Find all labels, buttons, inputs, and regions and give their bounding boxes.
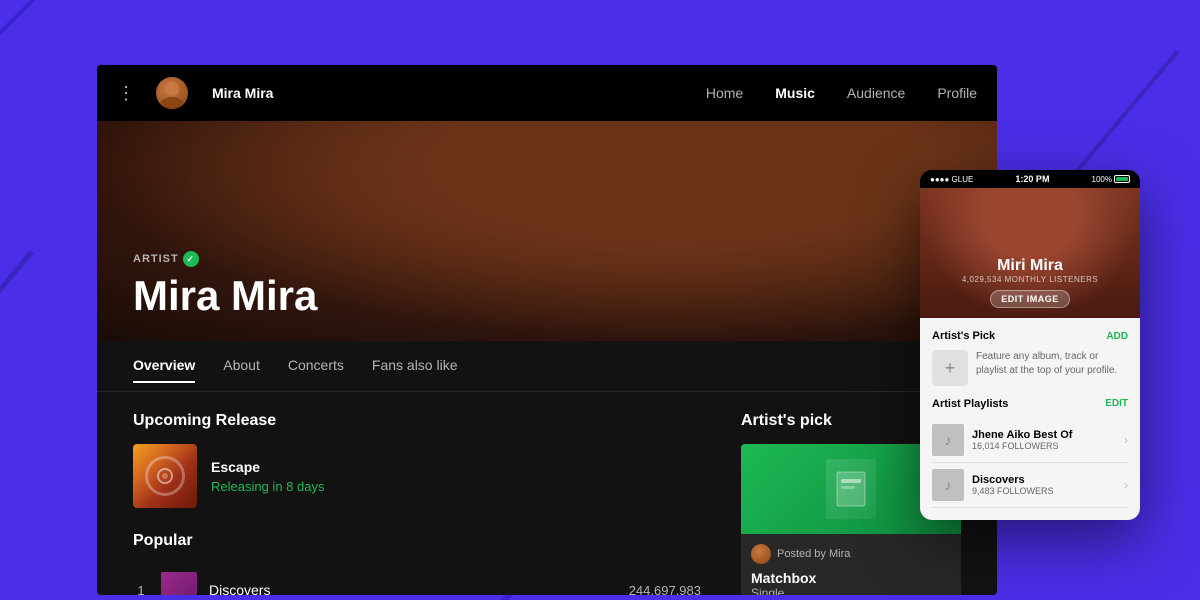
album-info: Escape Releasing in 8 days [211, 459, 324, 494]
popular-title: Popular [133, 532, 701, 550]
album-release-info: Releasing in 8 days [211, 479, 324, 494]
list-item[interactable]: ♪ Jhene Aiko Best Of 16,014 FOLLOWERS › [932, 418, 1128, 463]
playlist-thumbnail: ♪ [932, 469, 964, 501]
battery-icon [1114, 175, 1130, 183]
playlist-followers: 16,014 FOLLOWERS [972, 441, 1116, 451]
hero-section: ARTIST ✓ Mira Mira [97, 121, 997, 341]
playlist-name: Discovers [972, 474, 1116, 486]
pick-avatar [751, 544, 771, 564]
mobile-playlists-header: Artist Playlists EDIT [932, 398, 1128, 410]
mobile-add-pick-icon[interactable]: + [932, 350, 968, 386]
pick-posted-by: Posted by Mira [751, 544, 951, 564]
nav-home[interactable]: Home [706, 85, 743, 101]
mobile-playlists: Artist Playlists EDIT ♪ Jhene Aiko Best … [932, 398, 1128, 508]
nav-profile[interactable]: Profile [937, 85, 977, 101]
battery-indicator: 100% [1092, 175, 1130, 184]
signal-indicator: ●●●● GLUE [930, 175, 973, 184]
top-nav: ⋮ Mira Mira Home Music Audience Profile [97, 65, 997, 121]
mobile-pick-row: + Feature any album, track or playlist a… [932, 350, 1128, 386]
track-plays: 244,697,983 [629, 583, 701, 596]
mobile-panel: ●●●● GLUE 1:20 PM 100% Miri Mira 4,029,5… [920, 170, 1140, 520]
pick-song-type: Single [751, 586, 951, 595]
sub-nav-fans[interactable]: Fans also like [372, 357, 458, 383]
verified-badge: ✓ [183, 251, 199, 267]
mobile-time: 1:20 PM [1015, 174, 1049, 184]
playlist-thumbnail: ♪ [932, 424, 964, 456]
track-number: 1 [133, 583, 149, 596]
sub-nav-about[interactable]: About [223, 357, 260, 383]
mobile-edit-image-button[interactable]: EDIT IMAGE [990, 290, 1070, 308]
mobile-listeners: 4,029,534 MONTHLY LISTENERS [930, 275, 1130, 284]
mobile-status-bar: ●●●● GLUE 1:20 PM 100% [920, 170, 1140, 188]
track-thumbnail [161, 572, 197, 595]
playlist-name: Jhene Aiko Best Of [972, 429, 1116, 441]
track-name: Discovers [209, 582, 617, 595]
mobile-artist-info: Miri Mira 4,029,534 MONTHLY LISTENERS ED… [930, 257, 1130, 308]
playlist-info: Jhene Aiko Best Of 16,014 FOLLOWERS [972, 429, 1116, 451]
sub-nav: Overview About Concerts Fans also like [97, 341, 997, 392]
mobile-hero: Miri Mira 4,029,534 MONTHLY LISTENERS ED… [920, 188, 1140, 318]
mobile-add-button[interactable]: ADD [1106, 331, 1128, 342]
main-content: Upcoming Release Escape Releasing [97, 392, 997, 595]
mobile-artist-name: Miri Mira [930, 257, 1130, 275]
mobile-content: Artist's Pick ADD + Feature any album, t… [920, 318, 1140, 520]
nav-artist-name: Mira Mira [212, 85, 273, 101]
pick-info: Posted by Mira Matchbox Single EXPIRES I… [741, 534, 961, 595]
menu-dots-icon[interactable]: ⋮ [117, 83, 136, 104]
playlist-info: Discovers 9,483 FOLLOWERS [972, 474, 1116, 496]
artist-avatar [156, 77, 188, 109]
mobile-artists-pick-section: Artist's Pick ADD [932, 330, 1128, 342]
hero-artist-name: Mira Mira [133, 275, 317, 317]
pick-song-name: Matchbox [751, 570, 951, 586]
album-title: Escape [211, 459, 324, 475]
chevron-right-icon: › [1124, 478, 1128, 492]
sub-nav-concerts[interactable]: Concerts [288, 357, 344, 383]
left-column: Upcoming Release Escape Releasing [133, 412, 701, 595]
album-thumbnail [133, 444, 197, 508]
popular-section: Popular 1 Discovers 244,697,983 2 Essent… [133, 532, 701, 595]
nav-links: Home Music Audience Profile [706, 85, 977, 101]
artist-label: ARTIST ✓ [133, 251, 317, 267]
upcoming-release-title: Upcoming Release [133, 412, 701, 430]
mobile-playlists-title: Artist Playlists [932, 398, 1008, 410]
mobile-edit-playlists-button[interactable]: EDIT [1105, 398, 1128, 410]
mobile-pick-text: Feature any album, track or playlist at … [976, 350, 1128, 378]
chevron-right-icon: › [1124, 433, 1128, 447]
app-window: ⋮ Mira Mira Home Music Audience Profile … [97, 65, 997, 595]
nav-music[interactable]: Music [775, 85, 815, 101]
mobile-artists-pick-title: Artist's Pick [932, 330, 995, 342]
sub-nav-overview[interactable]: Overview [133, 357, 195, 383]
upcoming-release: Escape Releasing in 8 days [133, 444, 701, 508]
table-row[interactable]: 1 Discovers 244,697,983 [133, 564, 701, 595]
nav-audience[interactable]: Audience [847, 85, 905, 101]
pick-posted-text: Posted by Mira [777, 548, 850, 560]
playlist-followers: 9,483 FOLLOWERS [972, 486, 1116, 496]
list-item[interactable]: ♪ Discovers 9,483 FOLLOWERS › [932, 463, 1128, 508]
hero-text: ARTIST ✓ Mira Mira [133, 251, 317, 317]
